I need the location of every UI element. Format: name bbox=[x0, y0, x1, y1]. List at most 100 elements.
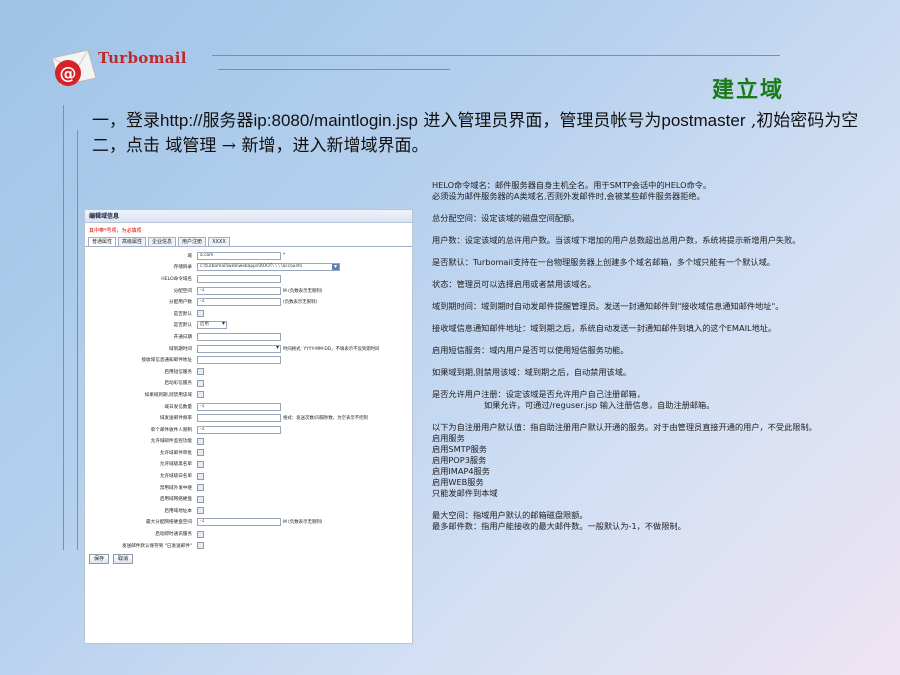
description-line: 状态：管理员可以选择启用或者禁用该域名。 bbox=[432, 279, 596, 289]
field-label: 启动彩信服务 bbox=[164, 381, 192, 387]
form-row: 存储目录 c:\turbomail\web\webapps\ROOT\ \ \ \… bbox=[85, 262, 412, 274]
field-label: 如果域到期,则禁用该域 bbox=[144, 392, 192, 398]
at-envelope-icon: @ bbox=[51, 49, 97, 87]
form-row: 允许域级黑名单 bbox=[85, 459, 412, 471]
domain-form: 域 a.com * 存储目录 c:\turbomail\web\webapps\ROOT… bbox=[85, 247, 412, 551]
step-1: 一，登录http://服务器ip:8080/maintlogin.jsp 进入管… bbox=[92, 111, 859, 131]
form-row: 是否默认 bbox=[85, 308, 412, 320]
tab-2[interactable]: 高级属性 bbox=[118, 237, 147, 246]
domain-edit-screenshot: 编辑域信息 其中带*号项，为必填项 普通属性 高级属性 企业信息 用户注册 XXXX 域… bbox=[84, 209, 413, 644]
field-label: 允许域邮件监控功能 bbox=[150, 439, 192, 445]
field-label: 分配空间 bbox=[173, 288, 192, 294]
status-select[interactable]: 启用 bbox=[197, 321, 227, 330]
description-line: 域到期时间：域到期时自动发邮件提醒管理员。发送一封通知邮件到"接收域信息通知邮件… bbox=[432, 301, 784, 311]
field-label: 启用域地址本 bbox=[164, 508, 192, 514]
field-label: 是否默认 bbox=[173, 323, 192, 329]
checkbox[interactable] bbox=[197, 472, 204, 480]
tab-1[interactable]: 普通属性 bbox=[88, 237, 117, 246]
description-line: 如果域到期,则禁用该域：域到期之后，自动禁用该域。 bbox=[432, 367, 632, 377]
checkbox[interactable] bbox=[197, 379, 204, 387]
description-line: 是否允许用户注册：设定该域是否允许用户自己注册邮箱， bbox=[432, 389, 645, 399]
date-select[interactable] bbox=[197, 344, 281, 353]
field-hint: M (负数表示无限制) bbox=[283, 288, 323, 294]
form-row: 单个邮件收件人限制 -1 bbox=[85, 424, 412, 436]
checkbox[interactable] bbox=[197, 460, 204, 468]
checkbox[interactable] bbox=[197, 449, 204, 457]
field-label: 存储目录 bbox=[173, 265, 192, 271]
field-label: 启用短信服务 bbox=[164, 369, 192, 375]
field-label: HELO命令域名 bbox=[161, 276, 192, 282]
checkbox[interactable] bbox=[197, 368, 204, 376]
form-row: 允许域级白名单 bbox=[85, 470, 412, 482]
description-line: 启用WEB服务 bbox=[432, 477, 484, 487]
form-row: HELO命令域名 bbox=[85, 273, 412, 285]
description-line: 启用短信服务：域内用户是否可以使用短信服务功能。 bbox=[432, 345, 629, 355]
checkbox[interactable] bbox=[197, 542, 204, 550]
instruction-steps: 一，登录http://服务器ip:8080/maintlogin.jsp 进入管… bbox=[92, 108, 858, 159]
left-divider-line-2 bbox=[77, 130, 78, 550]
checkbox[interactable] bbox=[197, 495, 204, 503]
form-row: 发送邮件默认保存到 "已发送邮件" bbox=[85, 540, 412, 552]
text-input[interactable]: -1 bbox=[197, 402, 281, 411]
form-row: 域日发信数量 -1 bbox=[85, 401, 412, 413]
text-input[interactable] bbox=[197, 274, 281, 283]
field-label: 域日发信数量 bbox=[164, 404, 192, 410]
tab-4[interactable]: 用户注册 bbox=[178, 237, 207, 246]
form-row: 分配空间 -1 M (负数表示无限制) bbox=[85, 285, 412, 297]
turbomail-logo: @ Turbomail bbox=[48, 42, 186, 97]
field-hint: * bbox=[283, 253, 286, 259]
field-label: 是否默认 bbox=[173, 311, 192, 317]
form-row: 允许域邮件审批 bbox=[85, 447, 412, 459]
field-label: 开通日期 bbox=[173, 334, 192, 340]
logo-text: Turbomail bbox=[98, 49, 187, 67]
description-line: 只能发邮件到本域 bbox=[432, 488, 498, 498]
checkbox[interactable] bbox=[197, 530, 204, 538]
field-label: 接收域信息通知邮件地址 bbox=[141, 358, 192, 364]
left-divider-line bbox=[63, 105, 64, 550]
storage-dir-select[interactable]: c:\turbomail\web\webapps\ROOT\ \ \ \acco… bbox=[197, 263, 340, 272]
checkbox[interactable] bbox=[197, 437, 204, 445]
description-line: 接收域信息通知邮件地址：域到期之后，系统自动发送一封通知邮件到填入的这个EMAI… bbox=[432, 323, 777, 333]
form-row: 域发送邮件频率 格式：发送次数/间隔秒数，为空表示不控制 bbox=[85, 412, 412, 424]
field-hint: M (负数表示无限制) bbox=[283, 520, 323, 526]
form-row: 启用域网络硬盘 bbox=[85, 493, 412, 505]
checkbox[interactable] bbox=[197, 391, 204, 399]
description-line: 启用SMTP服务 bbox=[432, 444, 487, 454]
cancel-button[interactable]: 取消 bbox=[113, 554, 134, 565]
top-divider-line bbox=[212, 55, 780, 56]
form-row: 启动即时通讯服务 bbox=[85, 528, 412, 540]
text-input[interactable]: -1 bbox=[197, 286, 281, 295]
checkbox[interactable] bbox=[197, 484, 204, 492]
step-2: 二，点击 域管理 → 新增，进入新增域界面。 bbox=[92, 136, 429, 156]
field-hint: (负数表示无限制) bbox=[283, 300, 318, 306]
tab-3[interactable]: 企业信息 bbox=[148, 237, 177, 246]
field-label: 允许域级黑名单 bbox=[159, 462, 192, 468]
description-line: HELO命令域名：邮件服务器自身主机全名。用于SMTP会话中的HELO命令。 bbox=[432, 180, 712, 190]
text-input[interactable]: -1 bbox=[197, 425, 281, 434]
description-line: 启用服务 bbox=[432, 433, 465, 443]
text-input[interactable]: -1 bbox=[197, 298, 281, 307]
text-input[interactable]: -1 bbox=[197, 518, 281, 527]
tab-5[interactable]: XXXX bbox=[208, 237, 230, 246]
description-line: 最多邮件数：指用户能接收的最大邮件数。一般默认为-1，不做限制。 bbox=[432, 521, 686, 531]
save-button[interactable]: 保存 bbox=[89, 554, 110, 565]
form-row: 域 a.com * bbox=[85, 250, 412, 262]
checkbox[interactable] bbox=[197, 310, 204, 318]
field-label: 域发送邮件频率 bbox=[159, 416, 192, 422]
form-row: 如果域到期,则禁用该域 bbox=[85, 389, 412, 401]
checkbox[interactable] bbox=[197, 507, 204, 515]
form-row: 开通日期 bbox=[85, 331, 412, 343]
text-input[interactable]: a.com bbox=[197, 251, 281, 260]
text-input[interactable] bbox=[197, 414, 281, 423]
field-label: 最大分配网络硬盘空间 bbox=[146, 520, 192, 526]
field-label: 域 bbox=[187, 253, 192, 259]
description-line: 用户数：设定该域的总许用户数。当该域下增加的用户总数超出总用户数，系统将提示新增… bbox=[432, 235, 801, 245]
field-label: 域到期时间 bbox=[169, 346, 192, 352]
text-input[interactable] bbox=[197, 356, 281, 365]
field-label: 分配用户数 bbox=[169, 300, 192, 306]
description-line: 以下为自注册用户默认值：指自助注册用户默认开通的服务。对于由管理员直接开通的用户… bbox=[432, 422, 817, 432]
text-input[interactable] bbox=[197, 332, 281, 341]
field-label: 启动即时通讯服务 bbox=[155, 532, 192, 538]
page-title: 建立域 bbox=[712, 77, 785, 103]
field-hint: 格式：发送次数/间隔秒数，为空表示不控制 bbox=[283, 416, 368, 422]
